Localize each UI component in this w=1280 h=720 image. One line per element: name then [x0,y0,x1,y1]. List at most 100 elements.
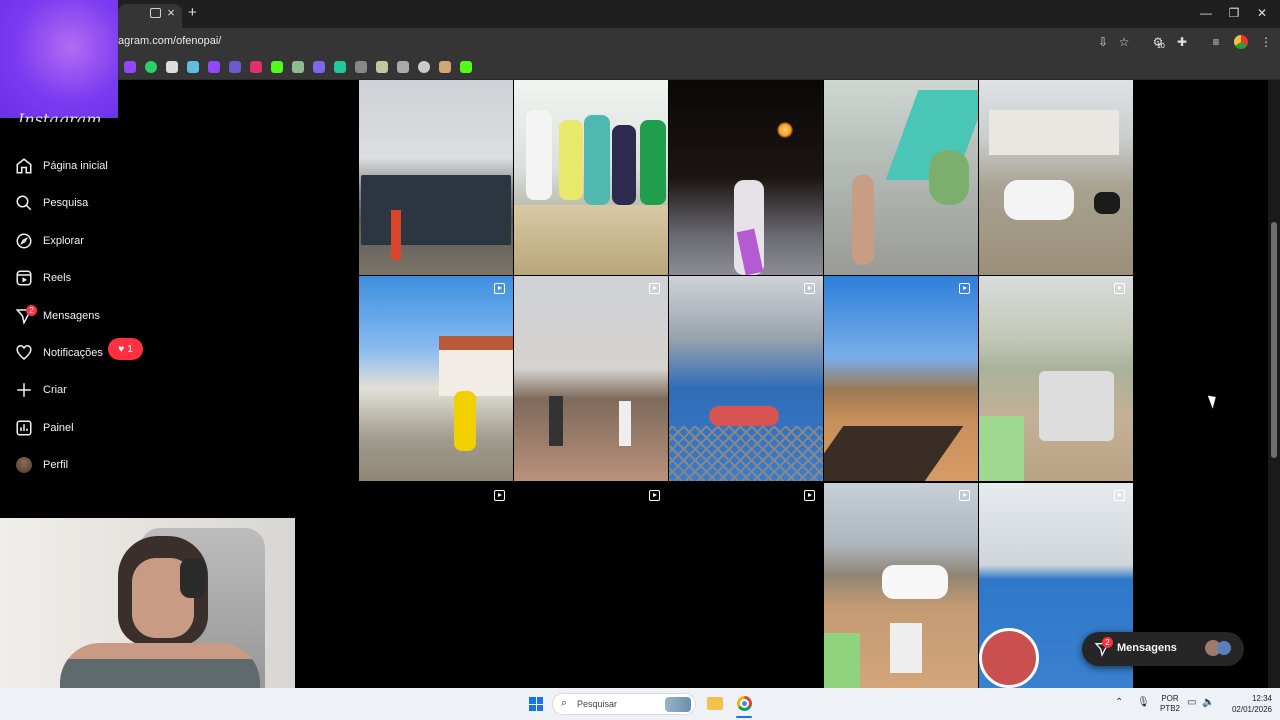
person-shape [612,125,636,205]
sidebar-item-explore[interactable]: Explorar [14,227,214,255]
profile-avatar-icon[interactable] [1234,35,1248,49]
network-icon[interactable]: ▭ [1187,697,1196,708]
post-thumbnail[interactable] [514,80,668,275]
search-icon: ⌕ [561,697,568,709]
bookmark-site-icon[interactable] [355,61,367,73]
bookmark-site-icon[interactable] [313,61,325,73]
messages-pill-label: Mensagens [1117,642,1177,654]
bookmark-site-icon[interactable] [292,61,304,73]
person-shape [526,110,552,200]
bookmark-twitch-icon[interactable] [124,61,136,73]
post-thumbnail[interactable] [669,483,823,688]
bookmark-link-icon[interactable] [187,61,199,73]
bookmark-instagram-icon[interactable] [250,61,262,73]
plant-shape [929,150,969,205]
scrollbar-thumb[interactable] [1271,222,1277,458]
bookmark-site-icon[interactable] [376,61,388,73]
bookmark-site-icon[interactable] [334,61,346,73]
volume-icon[interactable]: 🔈 [1202,697,1214,708]
tray-chevron-icon[interactable]: ⌃ [1115,697,1123,708]
sidebar-item-reels[interactable]: Reels [14,264,214,292]
search-highlight-icon [665,697,691,712]
sidebar-item-label: Pesquisa [43,197,89,209]
sidebar-item-label: Reels [43,272,72,284]
bookmark-twitch-icon[interactable] [208,61,220,73]
new-tab-button[interactable]: + [188,5,202,21]
post-thumbnail[interactable] [824,483,978,688]
bookmark-kick-icon[interactable] [460,61,472,73]
person-shape [391,210,401,260]
maximize-button[interactable]: ❐ [1224,4,1244,22]
bookmark-site-icon[interactable] [166,61,178,73]
sidebar-item-home[interactable]: Página inicial [14,152,214,180]
tab-close-icon[interactable]: × [164,6,178,20]
post-thumbnail[interactable] [359,276,513,481]
compass-icon [14,231,34,251]
reels-icon [14,268,34,288]
avatar [14,455,34,475]
sidebar-item-dashboard[interactable]: Painel [14,414,214,442]
post-thumbnail[interactable] [824,276,978,481]
notifications-count: 1 [127,343,133,355]
bookmark-site-icon[interactable] [229,61,241,73]
post-thumbnail[interactable] [824,80,978,275]
close-window-button[interactable]: ✕ [1252,4,1272,22]
post-thumbnail[interactable] [979,276,1133,481]
reel-indicator-icon [649,283,660,294]
chair-shape [824,633,860,688]
reel-indicator-icon [959,283,970,294]
minimize-button[interactable]: — [1196,4,1216,22]
extensions-puzzle-icon[interactable]: ✚ [1174,34,1190,50]
search-icon [14,193,34,213]
heart-icon [14,343,34,363]
bookmark-site-icon[interactable] [397,61,409,73]
reel-indicator-icon [959,490,970,501]
post-thumbnail[interactable] [359,483,513,688]
bookmark-star-icon[interactable]: ☆ [1116,34,1132,50]
post-thumbnail[interactable] [514,276,668,481]
bookmark-kick-icon[interactable] [271,61,283,73]
language-indicator[interactable]: POR PTB2 [1160,694,1180,714]
reel-indicator-icon [494,490,505,501]
post-thumbnail[interactable] [669,276,823,481]
bookmark-site-icon[interactable] [439,61,451,73]
sidebar-item-label: Página inicial [43,160,108,172]
plus-icon [14,380,34,400]
home-icon [14,156,34,176]
post-thumbnail[interactable] [979,80,1133,275]
bookmark-site-icon[interactable] [418,61,430,73]
sidebar-item-create[interactable]: Criar [14,376,214,404]
messages-floating-button[interactable]: 2 Mensagens [1082,632,1244,666]
court-circle-shape [979,628,1039,688]
person-shape [559,120,583,200]
child-shape [852,175,874,265]
media-control-icon[interactable]: ≡ [1208,34,1224,50]
file-explorer-icon[interactable] [707,697,723,710]
sidebar-item-search[interactable]: Pesquisa [14,189,214,217]
bookmark-whatsapp-icon[interactable] [145,61,157,73]
post-thumbnail[interactable] [514,483,668,688]
install-app-icon[interactable]: ⇩ [1095,34,1111,50]
sidebar-item-profile[interactable]: Perfil [14,451,214,479]
person-shape [619,401,631,446]
active-app-indicator [736,716,752,718]
messages-count-badge: 2 [1102,637,1113,648]
taskbar-clock[interactable]: 12:34 02/01/2026 [1232,693,1272,715]
post-thumbnail[interactable] [669,80,823,275]
address-bar[interactable]: agram.com/ofenopai/ [118,35,221,47]
roof-shape [439,336,513,350]
post-thumbnail[interactable] [359,80,513,275]
windows-start-icon[interactable] [529,697,543,711]
instagram-logo[interactable]: Instagram [18,110,101,122]
microphone-icon[interactable]: 🎙 [1137,697,1150,708]
sidebar-item-messages[interactable]: Mensagens [14,302,214,330]
taskbar-search-box[interactable]: ⌕ Pesquisar [552,693,696,715]
chair-shape [890,623,922,673]
sidebar-item-label: Notificações [43,347,103,359]
sidebar-item-label: Perfil [43,459,69,471]
chrome-menu-icon[interactable]: ⋮ [1258,34,1274,50]
avatar [1217,641,1231,655]
headset-shape [180,558,206,598]
table-shape [1039,371,1114,441]
food-table-shape [514,205,668,275]
